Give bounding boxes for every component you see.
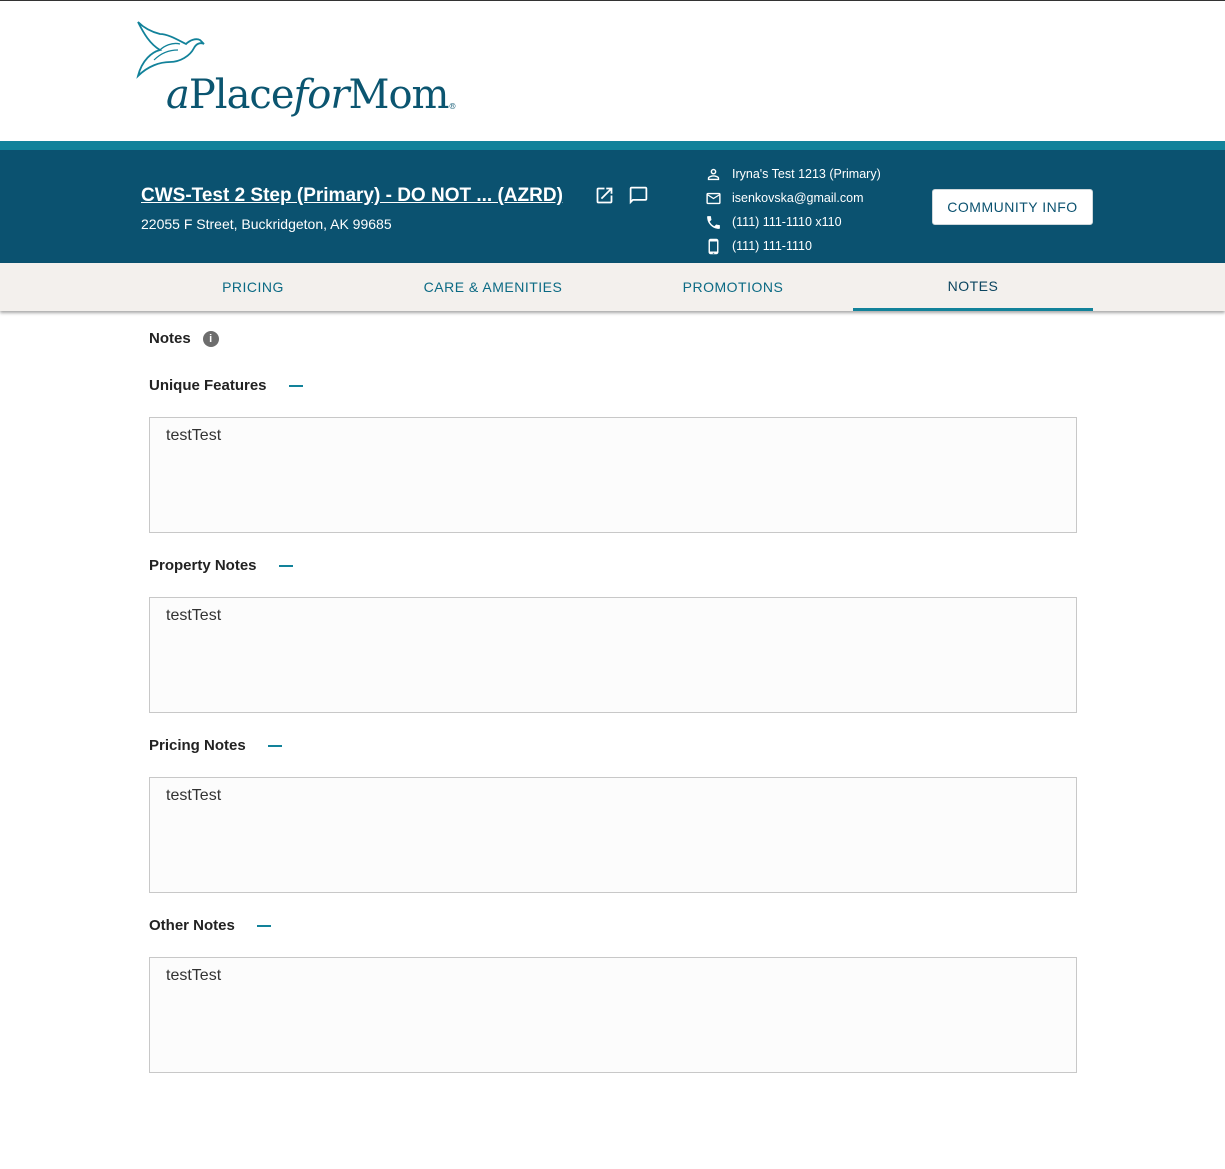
notes-heading: Notes i: [149, 330, 219, 347]
collapse-icon[interactable]: [278, 564, 293, 567]
title-actions: [594, 185, 648, 206]
top-border: [0, 0, 1225, 1]
brand-logo[interactable]: aPlaceforMom®: [134, 20, 456, 124]
comment-icon[interactable]: [627, 185, 648, 206]
collapse-icon[interactable]: [267, 744, 282, 747]
tab-promotions[interactable]: PROMOTIONS: [613, 263, 853, 311]
tab-pricing[interactable]: PRICING: [133, 263, 373, 311]
open-in-new-icon[interactable]: [594, 185, 615, 206]
property-notes-textarea[interactable]: testTest: [149, 597, 1077, 713]
community-header: CWS-Test 2 Step (Primary) - DO NOT ... (…: [0, 150, 1225, 263]
phone-icon: [704, 213, 722, 231]
tab-care-amenities[interactable]: CARE & AMENITIES: [373, 263, 613, 311]
other-notes-header: Other Notes: [149, 917, 271, 934]
section-title: Unique Features: [149, 377, 267, 394]
section-title: Other Notes: [149, 917, 235, 934]
person-icon: [704, 165, 722, 183]
unique-features-textarea[interactable]: testTest: [149, 417, 1077, 533]
community-address: 22055 F Street, Buckridgeton, AK 99685: [141, 216, 392, 232]
other-notes-textarea[interactable]: testTest: [149, 957, 1077, 1073]
contact-name: Iryna's Test 1213 (Primary): [732, 167, 881, 181]
contact-phone: (111) 111-1110 x110: [704, 210, 881, 234]
pricing-notes-header: Pricing Notes: [149, 737, 282, 754]
collapse-icon[interactable]: [288, 384, 303, 387]
contact-person: Iryna's Test 1213 (Primary): [704, 162, 881, 186]
contact-mobile-text[interactable]: (111) 111-1110: [732, 239, 812, 253]
tab-notes[interactable]: NOTES: [853, 263, 1093, 311]
community-title-link[interactable]: CWS-Test 2 Step (Primary) - DO NOT ... (…: [141, 185, 563, 207]
unique-features-header: Unique Features: [149, 377, 303, 394]
tab-bar: PRICING CARE & AMENITIES PROMOTIONS NOTE…: [0, 263, 1225, 311]
collapse-icon[interactable]: [256, 924, 271, 927]
section-title: Pricing Notes: [149, 737, 246, 754]
section-title: Property Notes: [149, 557, 257, 574]
pricing-notes-textarea[interactable]: testTest: [149, 777, 1077, 893]
header-accent-stripe: [0, 141, 1225, 150]
contact-email-text[interactable]: isenkovska@gmail.com: [732, 191, 863, 205]
contact-list: Iryna's Test 1213 (Primary) isenkovska@g…: [704, 162, 881, 258]
property-notes-header: Property Notes: [149, 557, 293, 574]
contact-email: isenkovska@gmail.com: [704, 186, 881, 210]
contact-phone-text[interactable]: (111) 111-1110 x110: [732, 215, 842, 229]
info-icon[interactable]: i: [202, 330, 219, 347]
notes-title: Notes: [149, 330, 191, 347]
mobile-icon: [704, 237, 722, 255]
email-icon: [704, 189, 722, 207]
community-info-button[interactable]: COMMUNITY INFO: [932, 189, 1093, 225]
logo-wordmark: aPlaceforMom®: [166, 72, 456, 118]
contact-mobile: (111) 111-1110: [704, 234, 881, 258]
